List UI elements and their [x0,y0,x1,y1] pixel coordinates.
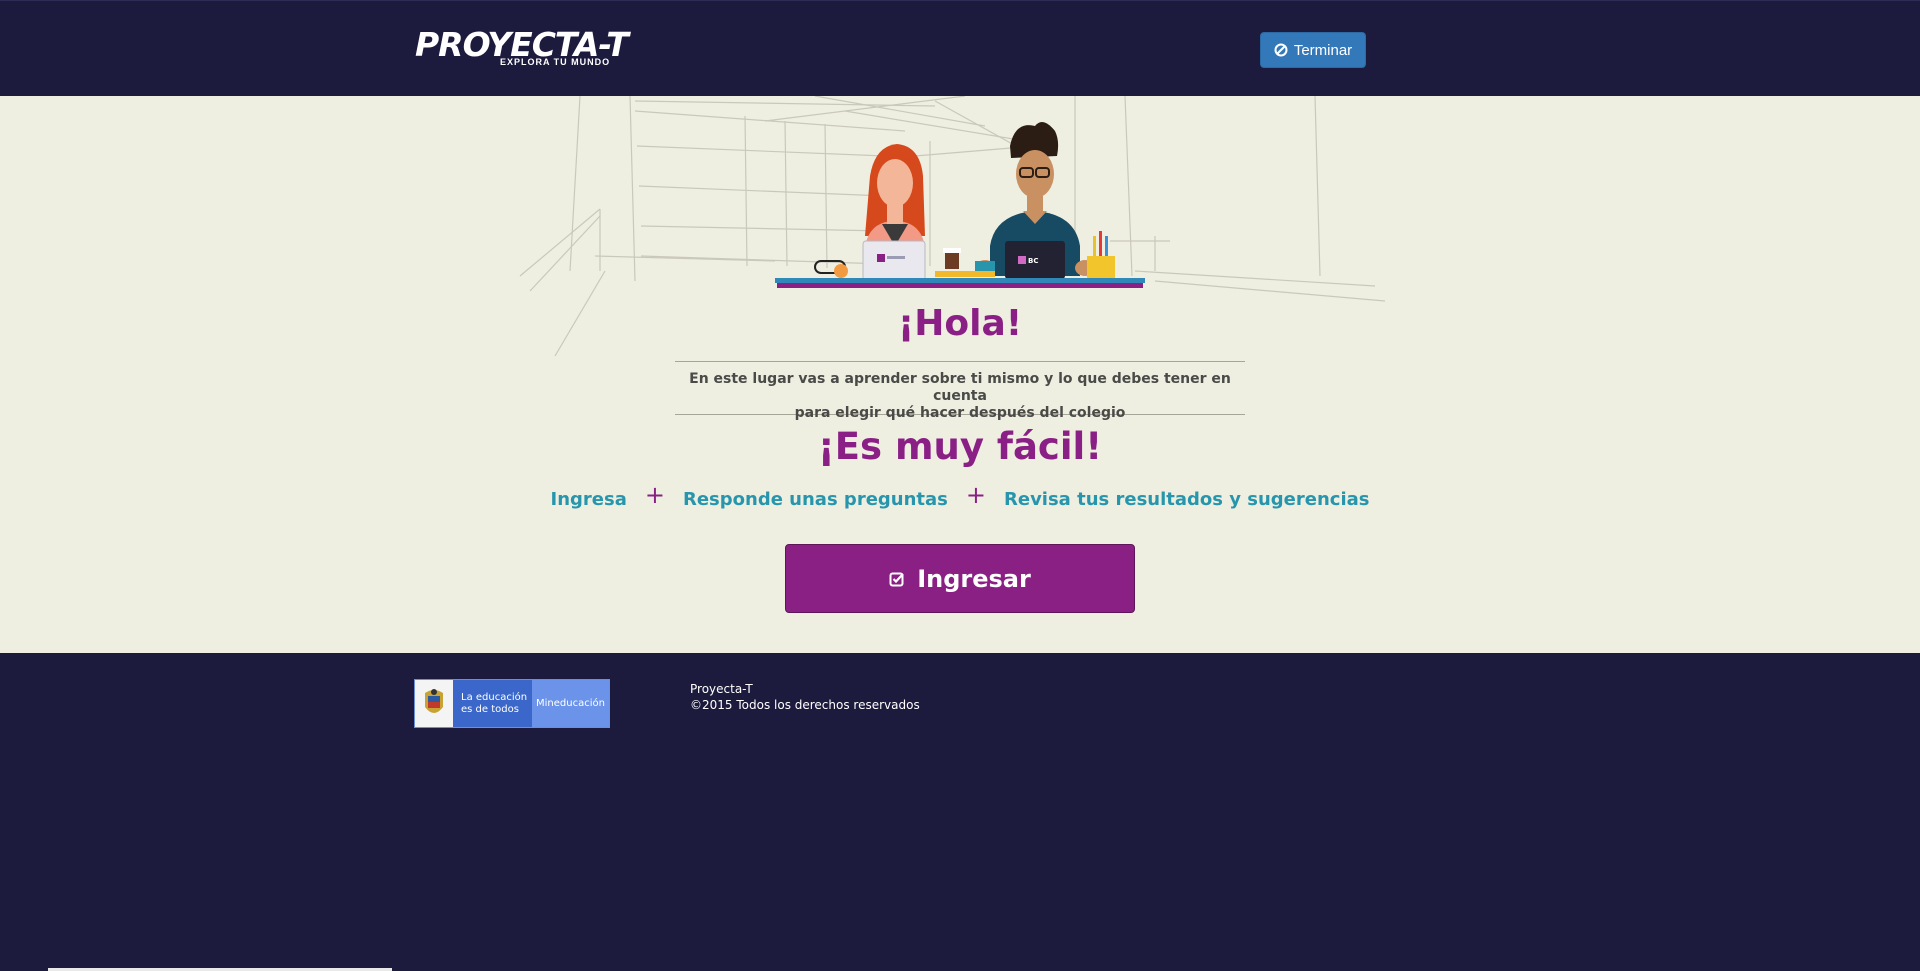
ingresar-button[interactable]: Ingresar [785,544,1135,613]
terminar-button[interactable]: Terminar [1260,32,1366,68]
greeting-title: ¡Hola! [897,303,1023,344]
man-laptop: BC [1005,241,1065,279]
main-content: BC ¡Hola! En este lugar vas a aprender s… [0,96,1920,653]
check-square-icon [889,565,905,593]
ban-icon [1274,43,1288,57]
proyecta-t-logo[interactable]: PROYECTA-T EXPLORA TU MUNDO [415,27,645,71]
footer: La educación es de todos Mineducación Pr… [0,653,1920,971]
woman-laptop [862,240,926,282]
mineducacion-logo[interactable]: La educación es de todos Mineducación [414,679,610,728]
step-responde: Responde unas preguntas [682,488,948,510]
logo-text-line-2: es de todos [461,703,519,715]
footer-copyright: ©2015 Todos los derechos reservados [690,698,920,712]
description-line-1: En este lugar vas a aprender sobre ti mi… [689,371,1231,404]
logo-tagline: EXPLORA TU MUNDO [500,57,611,67]
svg-text:BC: BC [1028,257,1038,265]
logo-mineducacion-text: Mineducación [532,680,609,727]
logo-text-line-1: La educación [461,691,528,703]
footer-info: Proyecta-T ©2015 Todos los derechos rese… [690,681,920,713]
description-line-2: para elegir qué hacer después del colegi… [794,405,1126,421]
colombia-shield-icon [415,680,453,727]
plus-separator: + [644,481,665,509]
steps-row: Ingresa + Responde unas preguntas + Revi… [0,481,1920,514]
step-ingresa: Ingresa [550,488,627,510]
header: PROYECTA-T EXPLORA TU MUNDO Terminar [0,0,1920,97]
ingresar-label: Ingresar [917,564,1031,593]
logo-education-text: La educación es de todos [453,680,532,727]
desk [775,278,1145,288]
description-box: En este lugar vas a aprender sobre ti mi… [675,361,1245,421]
easy-title: ¡Es muy fácil! [817,425,1103,468]
step-revisa: Revisa tus resultados y sugerencias [1004,488,1370,510]
terminar-label: Terminar [1293,41,1353,59]
plus-separator: + [965,481,986,509]
footer-site-name: Proyecta-T [690,682,753,696]
